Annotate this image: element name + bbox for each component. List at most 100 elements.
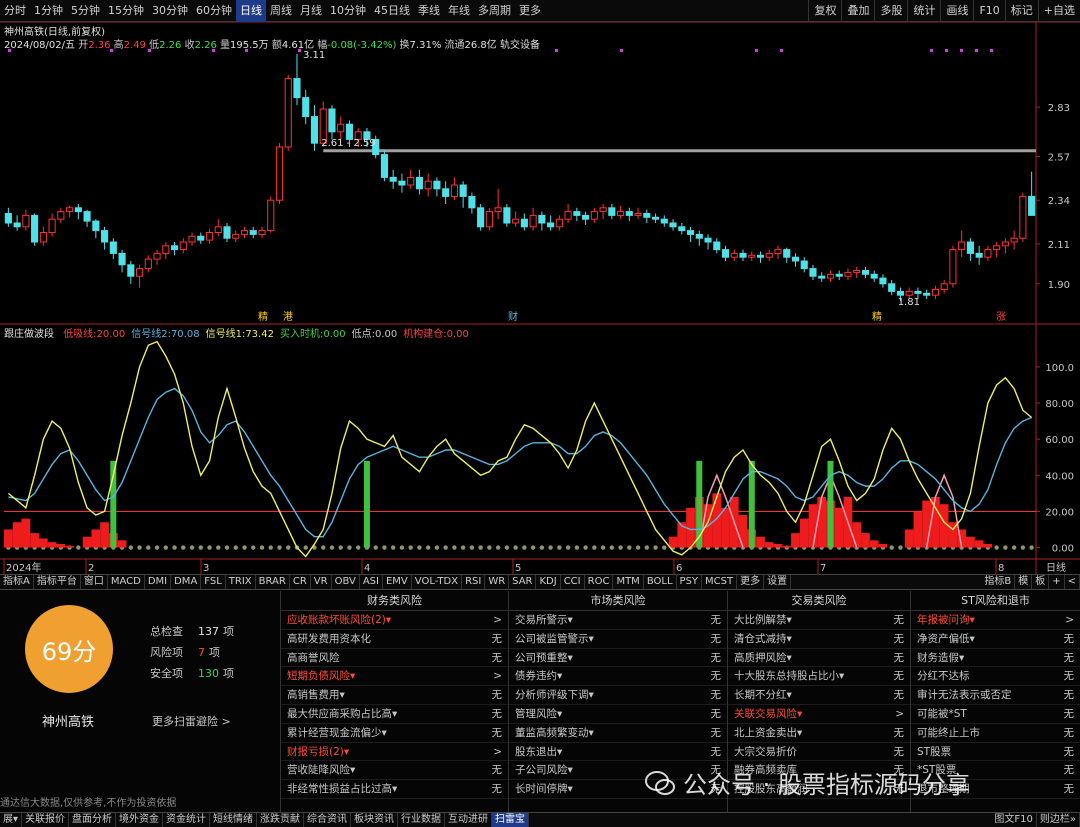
- tab-19[interactable]: CCI: [561, 575, 585, 589]
- risk-item[interactable]: 公司被监管警示▾ 无: [509, 630, 727, 649]
- tab-9[interactable]: CR: [290, 575, 311, 589]
- timeframe-2[interactable]: 5分钟: [67, 0, 104, 22]
- tab-16[interactable]: WR: [485, 575, 510, 589]
- timeframe-11[interactable]: 季线: [414, 0, 444, 22]
- tab-15[interactable]: RSI: [462, 575, 486, 589]
- tool-button-1[interactable]: 叠加: [841, 0, 874, 22]
- status-tab-7[interactable]: 综合资讯: [304, 813, 352, 827]
- chart-area[interactable]: 2.83 2.57 2.34 2.11 1.90 100.0 80.00 60.00 40.00…: [0, 22, 1080, 574]
- tab-6[interactable]: FSL: [201, 575, 226, 589]
- status-tab-9[interactable]: 行业数据: [398, 813, 446, 827]
- price-and-indicator-chart[interactable]: 2.832.572.342.111.90100.080.0060.0040.00…: [0, 22, 1080, 574]
- tool-button-4[interactable]: 画线: [940, 0, 973, 22]
- tool-button-5[interactable]: F10: [973, 0, 1004, 22]
- tab-8[interactable]: BRAR: [256, 575, 290, 589]
- risk-item[interactable]: 财务造假▾ 无: [911, 649, 1080, 668]
- event-marker-4[interactable]: 涨: [996, 311, 1006, 323]
- risk-item[interactable]: 可能被*ST 无: [911, 705, 1080, 724]
- timeframe-7[interactable]: 周线: [266, 0, 296, 22]
- event-marker-3[interactable]: 精: [872, 310, 882, 323]
- risk-item[interactable]: 财报亏损(2)▾ >: [281, 743, 508, 762]
- status-tab-0[interactable]: 展▾: [0, 813, 23, 827]
- risk-item[interactable]: 年报被问询▾ >: [911, 611, 1080, 630]
- tool-button-3[interactable]: 统计: [907, 0, 940, 22]
- risk-item[interactable]: 应收账款坏账风险(2)▾ >: [281, 611, 508, 630]
- timeframe-3[interactable]: 15分钟: [104, 0, 148, 22]
- indicator-name[interactable]: 跟庄做波段: [4, 329, 54, 340]
- timeframe-5[interactable]: 60分钟: [192, 0, 236, 22]
- tab-1[interactable]: 指标平台: [34, 575, 81, 589]
- tab-23[interactable]: PSY: [677, 575, 703, 589]
- timeframe-0[interactable]: 分时: [0, 0, 30, 22]
- event-marker-1[interactable]: 港: [283, 311, 293, 323]
- risk-item[interactable]: 交易所警示▾ 无: [509, 611, 727, 630]
- tab-5[interactable]: DMA: [171, 575, 202, 589]
- timeframe-9[interactable]: 10分钟: [326, 0, 370, 22]
- concept-tag[interactable]: 轨交设备: [500, 40, 540, 51]
- risk-item[interactable]: 清仓式减持▾ 无: [728, 630, 910, 649]
- tab-17[interactable]: SAR: [509, 575, 537, 589]
- tab-0[interactable]: 指标A: [0, 575, 34, 589]
- risk-item[interactable]: 累计经营现金流偏少▾ 无: [281, 724, 508, 743]
- status-tab-10[interactable]: 互动进研: [445, 813, 493, 827]
- timeframe-6[interactable]: 日线: [236, 0, 266, 22]
- tab-4[interactable]: DMI: [145, 575, 172, 589]
- timeframe-10[interactable]: 45日线: [370, 0, 414, 22]
- risk-item[interactable]: 可能终止上市 无: [911, 724, 1080, 743]
- tab-25[interactable]: 更多: [737, 575, 765, 589]
- risk-item[interactable]: 分红不达标 无: [911, 667, 1080, 687]
- risk-item[interactable]: 股东退出▾ 无: [509, 743, 727, 762]
- status-tab-1[interactable]: 关联报价: [22, 813, 70, 827]
- tab-26[interactable]: 设置: [764, 575, 792, 589]
- tool-button-0[interactable]: 复权: [808, 0, 841, 22]
- status-tab-2[interactable]: 盘面分析: [69, 813, 117, 827]
- status-tab-6[interactable]: 涨跌贡献: [257, 813, 305, 827]
- event-marker-2[interactable]: 财: [508, 310, 518, 323]
- tab-22[interactable]: BOLL: [644, 575, 677, 589]
- risk-item[interactable]: 高销售费用▾ 无: [281, 686, 508, 705]
- tab-10[interactable]: VR: [311, 575, 332, 589]
- risk-item[interactable]: 债券违约▾ 无: [509, 667, 727, 687]
- risk-item[interactable]: 营收陡降风险▾ 无: [281, 761, 508, 781]
- risk-item[interactable]: 管理风险▾ 无: [509, 705, 727, 724]
- tab-20[interactable]: ROC: [585, 575, 614, 589]
- tab-right-1[interactable]: 模: [1015, 575, 1033, 589]
- status-tab-4[interactable]: 资金统计: [163, 813, 211, 827]
- event-marker-0[interactable]: 精: [258, 310, 268, 323]
- timeframe-1[interactable]: 1分钟: [30, 0, 67, 22]
- tab-18[interactable]: KDJ: [536, 575, 561, 589]
- tab-right-0[interactable]: 指标B: [981, 575, 1016, 589]
- status-right-0[interactable]: 图文F10: [991, 813, 1037, 827]
- risk-item[interactable]: 分析师评级下调▾ 无: [509, 686, 727, 705]
- tab-21[interactable]: MTM: [613, 575, 644, 589]
- tab-14[interactable]: VOL-TDX: [412, 575, 463, 589]
- risk-item[interactable]: 高商誉风险 无: [281, 649, 508, 668]
- status-tab-11[interactable]: 扫雷宝: [492, 813, 530, 827]
- risk-item[interactable]: 净资产偏低▾ 无: [911, 630, 1080, 649]
- risk-item[interactable]: 高质押风险▾ 无: [728, 649, 910, 668]
- tab-24[interactable]: MCST: [702, 575, 738, 589]
- timeframe-8[interactable]: 月线: [296, 0, 326, 22]
- status-tab-8[interactable]: 板块资讯: [351, 813, 399, 827]
- risk-item[interactable]: 大宗交易折价 无: [728, 743, 910, 762]
- risk-item[interactable]: 长期不分红▾ 无: [728, 686, 910, 705]
- timeframe-4[interactable]: 30分钟: [148, 0, 192, 22]
- risk-item[interactable]: 十大股东总持股占比小▾ 无: [728, 667, 910, 687]
- tab-right-2[interactable]: 板: [1032, 575, 1050, 589]
- tool-button-2[interactable]: 多股: [874, 0, 907, 22]
- tab-11[interactable]: OBV: [332, 575, 360, 589]
- status-tab-5[interactable]: 短线情绪: [210, 813, 258, 827]
- risk-item[interactable]: 北上资金卖出▾ 无: [728, 724, 910, 743]
- risk-item[interactable]: 公司预重整▾ 无: [509, 649, 727, 668]
- tab-3[interactable]: MACD: [108, 575, 145, 589]
- tab-right-4[interactable]: <: [1065, 575, 1080, 589]
- risk-item[interactable]: 关联交易风险▾ >: [728, 705, 910, 724]
- risk-item[interactable]: ST股票 无: [911, 743, 1080, 762]
- risk-item[interactable]: 最大供应商采购占比高▾ 无: [281, 705, 508, 724]
- status-tab-3[interactable]: 境外资金: [116, 813, 164, 827]
- risk-item[interactable]: 非经常性损益占比过高▾ 无: [281, 780, 508, 799]
- timeframe-13[interactable]: 多周期: [474, 0, 515, 22]
- tab-13[interactable]: EMV: [383, 575, 412, 589]
- risk-item[interactable]: 董监高频繁变动▾ 无: [509, 724, 727, 743]
- tool-button-7[interactable]: +自选: [1037, 0, 1080, 22]
